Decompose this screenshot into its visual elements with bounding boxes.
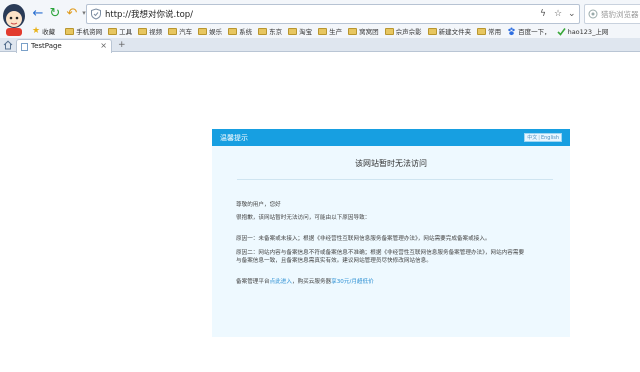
new-tab-plus-icon[interactable]: + (118, 39, 126, 51)
address-url[interactable]: http://我想对你说.top/ (105, 8, 193, 20)
search-engine-icon[interactable] (588, 9, 598, 19)
bookmark-folder[interactable]: 生产 (318, 24, 342, 38)
folder-icon (427, 27, 437, 35)
bookmark-hao123[interactable]: hao123_上网 (557, 24, 609, 38)
bookmark-folder[interactable]: 视频 (138, 24, 162, 38)
user-avatar-icon[interactable] (0, 0, 28, 38)
security-shield-icon (91, 8, 101, 20)
bookmark-label: 常用 (488, 28, 502, 36)
bookmarks-bar: ★ 收藏 手机资网 工具 视频 汽车 娱乐 系统 东京 淘宝 生产 窝窝团 佘声… (28, 24, 640, 38)
folder-icon (288, 27, 298, 35)
lang-divider: | (538, 134, 540, 141)
bookmark-label: 系统 (239, 28, 253, 36)
language-switch: 中文 | English (524, 133, 562, 142)
bookmark-label: 佘声佘影 (395, 28, 422, 36)
navigation-toolbar: ← ↻ ↶ ▾ http://我想对你说.top/ ϟ ☆ ⌄ 猎豹浏览器 (28, 4, 640, 24)
footer-line: 备案管理平台点此进入，购买云服务器享30元/月超低价 (236, 278, 374, 286)
refresh-icon[interactable]: ↻ (47, 5, 63, 21)
paw-icon (508, 27, 515, 35)
intro-text: 很抱歉，该网站暂时无法访问，可能由以下原因导致： (236, 215, 371, 221)
back-arrow-icon[interactable]: ← (30, 5, 46, 21)
folder-icon (477, 27, 487, 35)
bookmark-folder[interactable]: 窝窝团 (348, 24, 379, 38)
bookmark-label: 东京 (269, 28, 283, 36)
footer-mid: ，购买云服务器 (291, 279, 332, 285)
reason-two-line1: 原因二：网站内容与备案信息不符或备案信息不准确；根据《非经营性互联网信息服务备案… (236, 250, 525, 256)
star-icon: ★ (32, 26, 41, 36)
home-icon[interactable] (3, 40, 13, 50)
bookmark-label: 娱乐 (209, 28, 223, 36)
folder-icon (198, 27, 208, 35)
search-placeholder: 猎豹浏览器 (601, 10, 639, 19)
lightning-icon[interactable]: ϟ (540, 8, 546, 20)
page-icon (21, 43, 28, 51)
bookmark-folder[interactable]: 东京 (258, 24, 282, 38)
tab-label: TestPage (31, 42, 62, 50)
bookmark-folder[interactable]: 娱乐 (198, 24, 222, 38)
panel-header: 温馨提示 中文 | English (212, 129, 570, 146)
reason-two-line2: 与备案信息一致，且备案信息需真实有效。建议网站管理员尽快修改网站信息。 (236, 258, 432, 264)
divider (237, 179, 553, 180)
tab-testpage[interactable]: TestPage × (16, 39, 112, 53)
chevron-down-icon[interactable]: ⌄ (568, 8, 576, 20)
bookmark-baidu[interactable]: 百度一下， (507, 24, 551, 38)
bookmark-folder[interactable]: 佘声佘影 (384, 24, 422, 38)
folder-icon (108, 27, 118, 35)
notice-panel: 温馨提示 中文 | English 该网站暂时无法访问 尊敬的用户，您好 很抱歉… (212, 129, 570, 337)
notice-headline: 该网站暂时无法访问 (355, 159, 427, 168)
bookmark-label: 窝窝团 (359, 28, 379, 36)
browser-chrome: ← ↻ ↶ ▾ http://我想对你说.top/ ϟ ☆ ⌄ 猎豹浏览器 ★ … (0, 0, 640, 53)
folder-icon (318, 27, 328, 35)
reason-one-text: 原因一：未备案或未接入；根据《非经营性互联网信息服务备案管理办法》，网站需要完成… (236, 236, 491, 242)
bookmark-folder[interactable]: 系统 (228, 24, 252, 38)
search-box[interactable]: 猎豹浏览器 (584, 4, 640, 24)
hao123-icon (557, 27, 566, 36)
greeting-text: 尊敬的用户，您好 (236, 202, 281, 208)
panel-title: 温馨提示 (220, 134, 248, 142)
folder-icon (65, 27, 75, 35)
cloud-server-link[interactable]: 享30元/月超低价 (331, 279, 374, 285)
folder-icon (168, 27, 178, 35)
bookmark-label: 工具 (119, 28, 133, 36)
bookmark-folder[interactable]: 汽车 (168, 24, 192, 38)
bookmark-folder[interactable]: 常用 (477, 24, 501, 38)
bookmark-favorites[interactable]: ★ 收藏 (32, 24, 55, 38)
address-bar[interactable]: http://我想对你说.top/ ϟ ☆ ⌄ (86, 4, 580, 24)
bookmark-label: hao123_上网 (567, 28, 609, 36)
bookmark-label: 百度一下， (518, 28, 551, 36)
bookmark-label: 新建文件夹 (438, 28, 472, 36)
bookmark-label: 汽车 (179, 28, 193, 36)
filing-platform-link[interactable]: 点此进入 (270, 279, 292, 285)
bookmark-label: 视频 (149, 28, 163, 36)
bookmark-folder[interactable]: 手机资网 (65, 24, 102, 38)
lang-en-link[interactable]: English (541, 135, 559, 141)
folder-icon (384, 27, 394, 35)
folder-icon (228, 27, 238, 35)
close-icon[interactable]: × (100, 41, 107, 50)
bookmark-label: 生产 (329, 28, 343, 36)
folder-icon (138, 27, 148, 35)
star-outline-icon[interactable]: ☆ (554, 8, 562, 20)
folder-icon (258, 27, 268, 35)
bookmark-label: 手机资网 (76, 28, 103, 36)
bookmark-folder[interactable]: 新建文件夹 (427, 24, 472, 38)
bookmark-label: 收藏 (42, 28, 56, 36)
tab-strip: TestPage × + (0, 38, 640, 53)
bookmark-label: 淘宝 (299, 28, 313, 36)
footer-prefix: 备案管理平台 (236, 279, 270, 285)
lang-zh-link[interactable]: 中文 (527, 134, 537, 141)
bookmark-folder[interactable]: 淘宝 (288, 24, 312, 38)
folder-icon (348, 27, 358, 35)
bookmark-folder[interactable]: 工具 (108, 24, 132, 38)
